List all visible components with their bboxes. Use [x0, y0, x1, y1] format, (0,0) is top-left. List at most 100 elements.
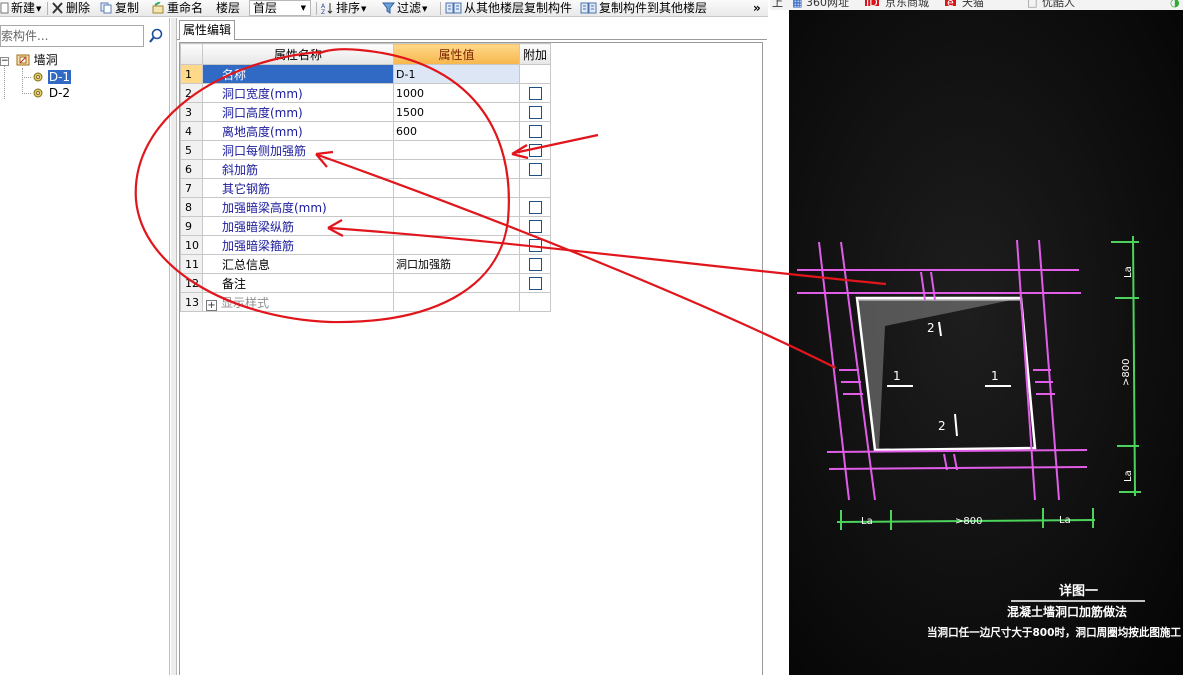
- property-name[interactable]: 汇总信息: [202, 254, 394, 274]
- floor-label: 楼层: [216, 1, 241, 15]
- property-value[interactable]: 1500: [393, 102, 520, 122]
- tab-property-editor[interactable]: 属性编辑: [179, 20, 235, 40]
- label-one-left: 1: [893, 369, 901, 383]
- search-button[interactable]: [146, 26, 166, 46]
- property-name[interactable]: + 显示样式: [202, 292, 394, 312]
- extra-checkbox[interactable]: [528, 87, 542, 100]
- property-row[interactable]: 12 备注: [180, 273, 551, 293]
- property-value[interactable]: 1000: [393, 83, 520, 103]
- extra-checkbox[interactable]: [528, 239, 542, 252]
- property-name[interactable]: 加强暗梁纵筋: [202, 216, 394, 236]
- property-value[interactable]: [393, 197, 520, 217]
- property-value[interactable]: [393, 140, 520, 160]
- favorite-link-tmall[interactable]: 天猫: [962, 0, 984, 8]
- extra-checkbox[interactable]: [528, 277, 542, 290]
- property-name[interactable]: 名称: [202, 64, 394, 84]
- property-extra: [519, 102, 551, 122]
- rename-label: 重命名: [167, 1, 204, 15]
- extra-checkbox[interactable]: [528, 220, 542, 233]
- property-name[interactable]: 斜加筋: [202, 159, 394, 179]
- dim-label-la-left: La: [861, 516, 873, 527]
- tree-node-d1[interactable]: D-1: [32, 70, 72, 85]
- rename-button[interactable]: 重命名: [152, 0, 203, 16]
- property-value[interactable]: [393, 292, 520, 312]
- copy-from-floor-label: 从其他楼层复制构件: [464, 1, 573, 15]
- property-row[interactable]: 7 其它钢筋: [180, 178, 551, 198]
- property-value[interactable]: D-1: [393, 64, 520, 84]
- tree-node-d2[interactable]: D-2: [32, 86, 71, 101]
- property-row[interactable]: 8 加强暗梁高度(mm): [180, 197, 551, 217]
- property-row[interactable]: 6 斜加筋: [180, 159, 551, 179]
- row-number: 5: [180, 140, 203, 160]
- jd-logo-icon: JD: [865, 0, 879, 9]
- property-value[interactable]: [393, 273, 520, 293]
- property-name[interactable]: 加强暗梁箍筋: [202, 235, 394, 255]
- row-number: 6: [180, 159, 203, 179]
- toolbar-separator: [47, 2, 48, 15]
- browser-edge-glyph: 上: [772, 0, 783, 9]
- property-row[interactable]: 4 离地高度(mm) 600: [180, 121, 551, 141]
- property-value[interactable]: [393, 159, 520, 179]
- expand-icon[interactable]: +: [206, 299, 217, 311]
- favorite-page-icon: □: [1027, 0, 1038, 9]
- property-row[interactable]: 10 加强暗梁箍筋: [180, 235, 551, 255]
- property-row[interactable]: 2 洞口宽度(mm) 1000: [180, 83, 551, 103]
- sort-button[interactable]: A Z 排序▼: [321, 0, 366, 16]
- property-row[interactable]: 3 洞口高度(mm) 1500: [180, 102, 551, 122]
- copy-button[interactable]: 复制: [100, 0, 139, 16]
- extra-checkbox[interactable]: [528, 144, 542, 157]
- property-value[interactable]: [393, 216, 520, 236]
- property-name[interactable]: 洞口每侧加强筋: [202, 140, 394, 160]
- property-row[interactable]: 1 名称 D-1: [180, 64, 551, 84]
- property-row[interactable]: 11 汇总信息 洞口加强筋: [180, 254, 551, 274]
- collapse-icon[interactable]: −: [0, 57, 9, 66]
- extra-checkbox[interactable]: [528, 201, 542, 214]
- property-value[interactable]: [393, 235, 520, 255]
- property-row[interactable]: 5 洞口每侧加强筋: [180, 140, 551, 160]
- copy-to-floor-button[interactable]: 复制构件到其他楼层: [580, 0, 707, 16]
- delete-icon: [52, 2, 63, 14]
- property-name[interactable]: 备注: [202, 273, 394, 293]
- property-value[interactable]: 洞口加强筋: [393, 254, 520, 274]
- tree-node-label: D-2: [48, 86, 71, 100]
- new-button[interactable]: 新建▼: [0, 0, 41, 16]
- property-name[interactable]: 洞口宽度(mm): [202, 83, 394, 103]
- favorite-link-jd[interactable]: 京东商城: [885, 0, 929, 8]
- floor-select[interactable]: 首层 ▼: [249, 0, 311, 16]
- sort-icon: AZ: [321, 3, 333, 14]
- property-extra: [519, 83, 551, 103]
- row-number: 2: [180, 83, 203, 103]
- row-number: 8: [180, 197, 203, 217]
- copy-from-floor-button[interactable]: 从其他楼层复制构件: [445, 0, 572, 16]
- property-row[interactable]: 13 + 显示样式: [180, 292, 551, 312]
- extra-checkbox[interactable]: [528, 125, 542, 138]
- favorite-link-youku[interactable]: 优酷人: [1042, 0, 1075, 8]
- property-value[interactable]: [393, 178, 520, 198]
- property-row[interactable]: 9 加强暗梁纵筋: [180, 216, 551, 236]
- column-header-extra[interactable]: 附加: [519, 43, 551, 65]
- search-input[interactable]: 索构件...: [0, 25, 144, 47]
- property-extra: [519, 216, 551, 236]
- property-value[interactable]: 600: [393, 121, 520, 141]
- tree-node-wall-opening[interactable]: − 墙洞: [0, 53, 58, 68]
- delete-button[interactable]: 删除: [51, 0, 90, 16]
- extra-checkbox[interactable]: [528, 106, 542, 119]
- chevron-down-icon: ▼: [300, 4, 306, 12]
- row-number: 7: [180, 178, 203, 198]
- filter-button[interactable]: 过滤▼: [382, 0, 427, 16]
- property-name[interactable]: 其它钢筋: [202, 178, 394, 198]
- label-one-right: 1: [991, 369, 999, 383]
- property-name[interactable]: 加强暗梁高度(mm): [202, 197, 394, 217]
- extra-checkbox[interactable]: [528, 163, 542, 176]
- chevron-down-icon: ▼: [422, 5, 428, 13]
- floor-select-value: 首层: [253, 1, 278, 15]
- column-header-name[interactable]: 属性名称: [202, 43, 394, 65]
- favorite-link-360[interactable]: 360网址: [806, 0, 849, 8]
- property-name[interactable]: 离地高度(mm): [202, 121, 394, 141]
- toolbar-overflow-button[interactable]: »: [753, 0, 761, 16]
- row-number: 4: [180, 121, 203, 141]
- properties-panel: 属性编辑 属性名称 属性值 附加 1 名称 D-1 2 洞口宽度(mm) 1000 3 洞口高…: [176, 18, 767, 675]
- extra-checkbox[interactable]: [528, 258, 542, 271]
- property-name[interactable]: 洞口高度(mm): [202, 102, 394, 122]
- column-header-value[interactable]: 属性值: [393, 43, 520, 65]
